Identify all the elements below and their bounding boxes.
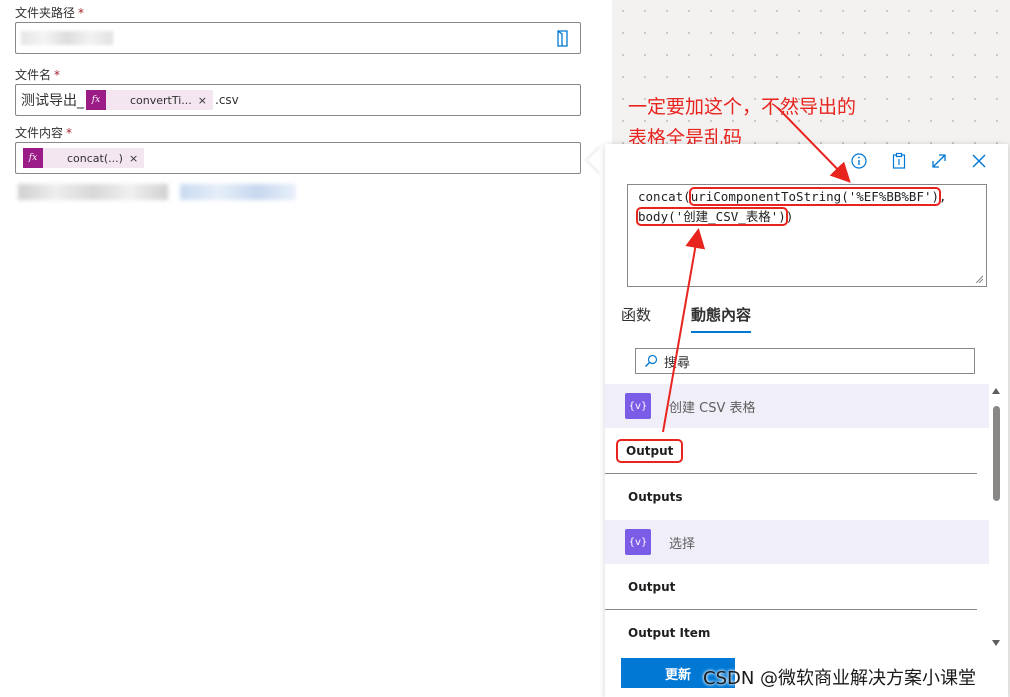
token-label: convertTi... xyxy=(130,93,192,107)
redacted-link xyxy=(180,184,296,200)
list-item-output[interactable]: Output xyxy=(605,564,977,610)
resize-handle-icon[interactable] xyxy=(975,275,983,283)
folder-path-input[interactable] xyxy=(15,22,581,54)
folder-path-label: 文件夹路径 * xyxy=(15,6,85,20)
clipboard-icon[interactable] xyxy=(890,152,908,170)
token-label: concat(...) xyxy=(67,151,123,165)
search-icon xyxy=(645,354,658,367)
dynamic-content-list: {v} 创建 CSV 表格 Output Outputs {v} 选择 Outp… xyxy=(605,384,989,656)
scroll-up-icon[interactable] xyxy=(992,388,1000,394)
file-name-expression-token[interactable]: fx convertTi... × xyxy=(86,90,214,110)
body-highlight: body('创建_CSV_表格') xyxy=(636,207,788,226)
expression-editor[interactable]: concat(uriComponentToString('%EF%BB%BF')… xyxy=(627,184,987,287)
list-item-outputs[interactable]: Outputs xyxy=(605,474,977,520)
file-name-input[interactable]: 测试导出_ fx convertTi... × .csv xyxy=(15,84,581,116)
remove-token-icon[interactable]: × xyxy=(129,152,144,165)
remove-token-icon[interactable]: × xyxy=(198,94,213,107)
group-header-select[interactable]: {v} 选择 xyxy=(605,520,989,564)
tab-dynamic-content[interactable]: 動態內容 xyxy=(691,304,752,333)
file-name-prefix: 测试导出_ xyxy=(21,93,84,109)
scroll-down-icon[interactable] xyxy=(992,640,1000,646)
fx-icon: fx xyxy=(23,148,43,168)
expression-panel: concat(uriComponentToString('%EF%BB%BF')… xyxy=(605,144,1008,697)
scroll-thumb[interactable] xyxy=(993,406,1000,501)
fx-icon: fx xyxy=(86,90,106,110)
info-icon[interactable] xyxy=(850,152,868,170)
panel-tabs: 函数 動態內容 xyxy=(621,304,752,333)
redacted-text xyxy=(18,184,168,200)
list-item-output[interactable]: Output xyxy=(605,428,977,474)
tab-functions[interactable]: 函数 xyxy=(621,304,651,333)
watermark: CSDN @微软商业解决方案小课堂 xyxy=(703,668,977,689)
list-item-output-item[interactable]: Output Item xyxy=(605,610,977,656)
bom-highlight: uriComponentToString('%EF%BB%BF') xyxy=(688,187,942,206)
panel-toolbar xyxy=(850,152,988,170)
file-name-label: 文件名 * xyxy=(15,68,61,82)
folder-picker-icon[interactable] xyxy=(556,30,570,47)
group-header-create-csv[interactable]: {v} 创建 CSV 表格 xyxy=(605,384,989,428)
search-placeholder: 搜尋 xyxy=(664,355,691,371)
file-content-expression-token[interactable]: fx concat(...) × xyxy=(23,148,145,168)
close-icon[interactable] xyxy=(970,152,988,170)
file-content-input[interactable]: fx concat(...) × xyxy=(15,142,581,174)
file-name-suffix: .csv xyxy=(215,93,239,107)
list-scrollbar[interactable] xyxy=(992,388,1000,646)
variable-icon: {v} xyxy=(625,529,651,555)
action-form: 文件夹路径 * 文件名 * 测试导出_ fx convertTi... × .csv… xyxy=(0,0,612,697)
expand-icon[interactable] xyxy=(930,152,948,170)
variable-icon: {v} xyxy=(625,393,651,419)
folder-path-value-redacted xyxy=(21,31,113,45)
file-content-label: 文件内容 * xyxy=(15,126,73,140)
search-box[interactable]: 搜尋 xyxy=(635,348,975,374)
